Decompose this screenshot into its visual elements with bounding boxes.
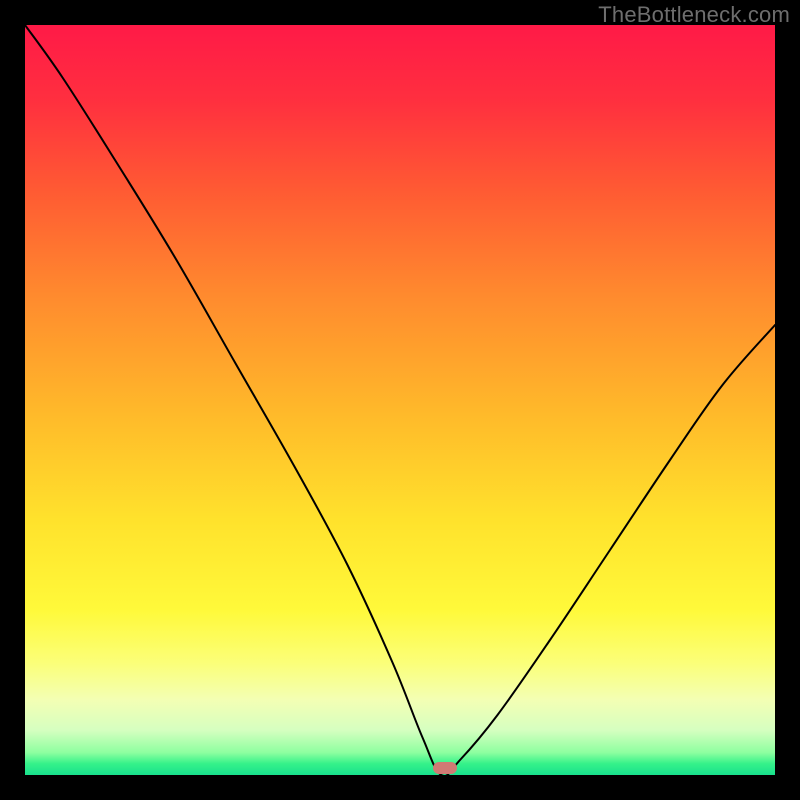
bottleneck-curve (25, 25, 775, 775)
plot-area (25, 25, 775, 775)
watermark-text: TheBottleneck.com (598, 2, 790, 28)
curve-line (25, 25, 775, 775)
chart-container: TheBottleneck.com (0, 0, 800, 800)
optimum-marker (433, 762, 457, 774)
